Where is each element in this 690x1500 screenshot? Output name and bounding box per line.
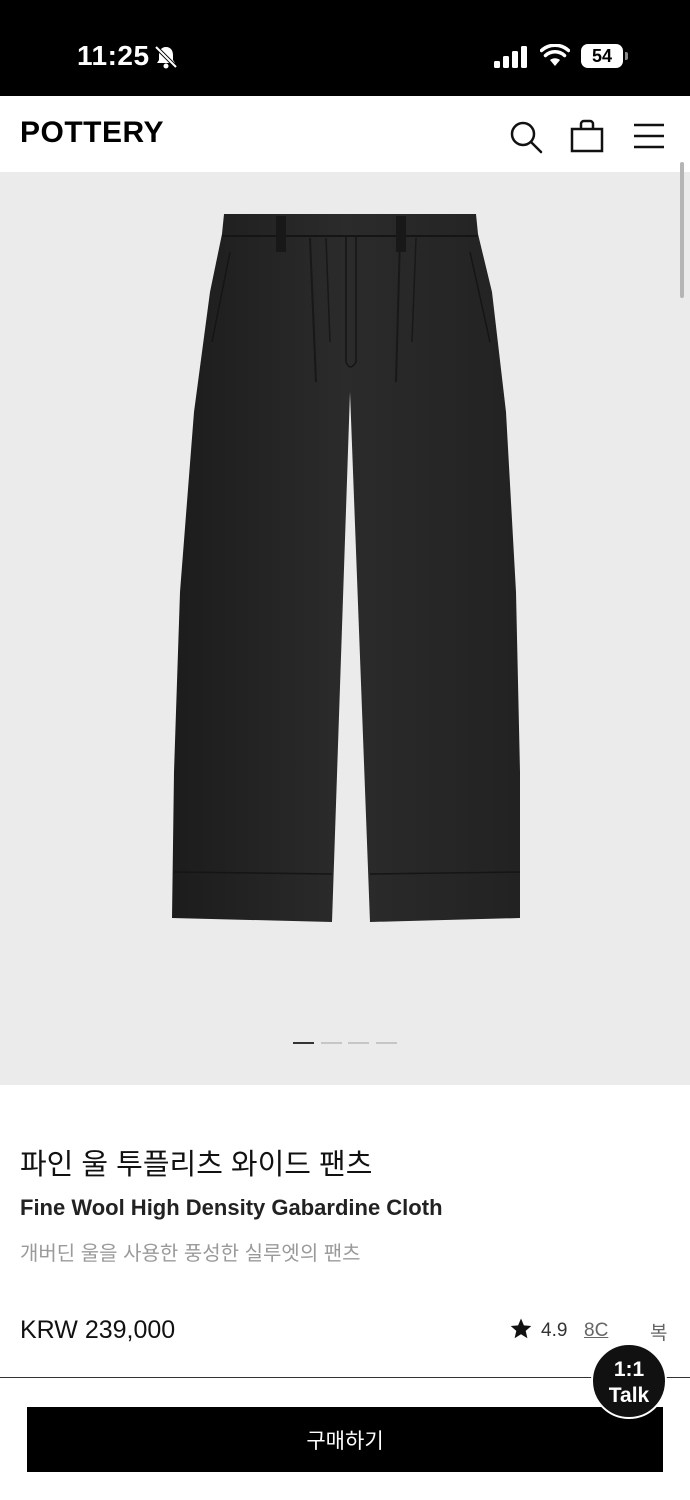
product-name-korean: 파인 울 투플리츠 와이드 팬츠 (20, 1149, 373, 1181)
battery-level: 54 (581, 44, 623, 68)
battery-cap (625, 52, 628, 60)
shopping-bag-icon[interactable] (569, 118, 605, 154)
brand-logo[interactable]: POTTERY (20, 116, 164, 150)
signal-icon (494, 46, 527, 68)
product-name-english: Fine Wool High Density Gabardine Cloth (20, 1195, 443, 1220)
wifi-icon (540, 44, 570, 66)
page-scrollbar[interactable] (680, 162, 684, 298)
product-photo-trousers (172, 214, 521, 922)
battery-indicator: 54 (581, 44, 629, 68)
hamburger-menu-icon[interactable] (633, 122, 665, 150)
search-icon[interactable] (509, 120, 543, 154)
pagination-dot-3[interactable] (348, 1042, 369, 1044)
product-description: 개버딘 울을 사용한 풍성한 실루엣의 팬츠 (20, 1243, 361, 1265)
pagination-dot-1[interactable] (293, 1042, 314, 1044)
talk-button-line2: Talk (608, 1384, 650, 1407)
bottom-bar-divider (0, 1377, 690, 1378)
one-on-one-talk-button[interactable]: 1:1 Talk (591, 1343, 667, 1419)
product-gallery[interactable] (0, 172, 690, 1085)
review-count-suffix[interactable]: 복 (650, 1318, 667, 1345)
talk-button-line1: 1:1 (613, 1358, 645, 1381)
star-icon (510, 1318, 532, 1339)
status-bar: 11:25 54 (0, 0, 690, 96)
rating-score: 4.9 (541, 1320, 568, 1341)
status-time: 11:25 (77, 40, 150, 71)
product-price: KRW 239,000 (20, 1316, 176, 1344)
review-count-link[interactable]: 8C (584, 1320, 608, 1342)
bell-slash-icon (154, 45, 178, 69)
buy-button[interactable]: 구매하기 (27, 1407, 663, 1472)
pagination-dot-4[interactable] (376, 1042, 397, 1044)
pagination-dot-2[interactable] (321, 1042, 342, 1044)
